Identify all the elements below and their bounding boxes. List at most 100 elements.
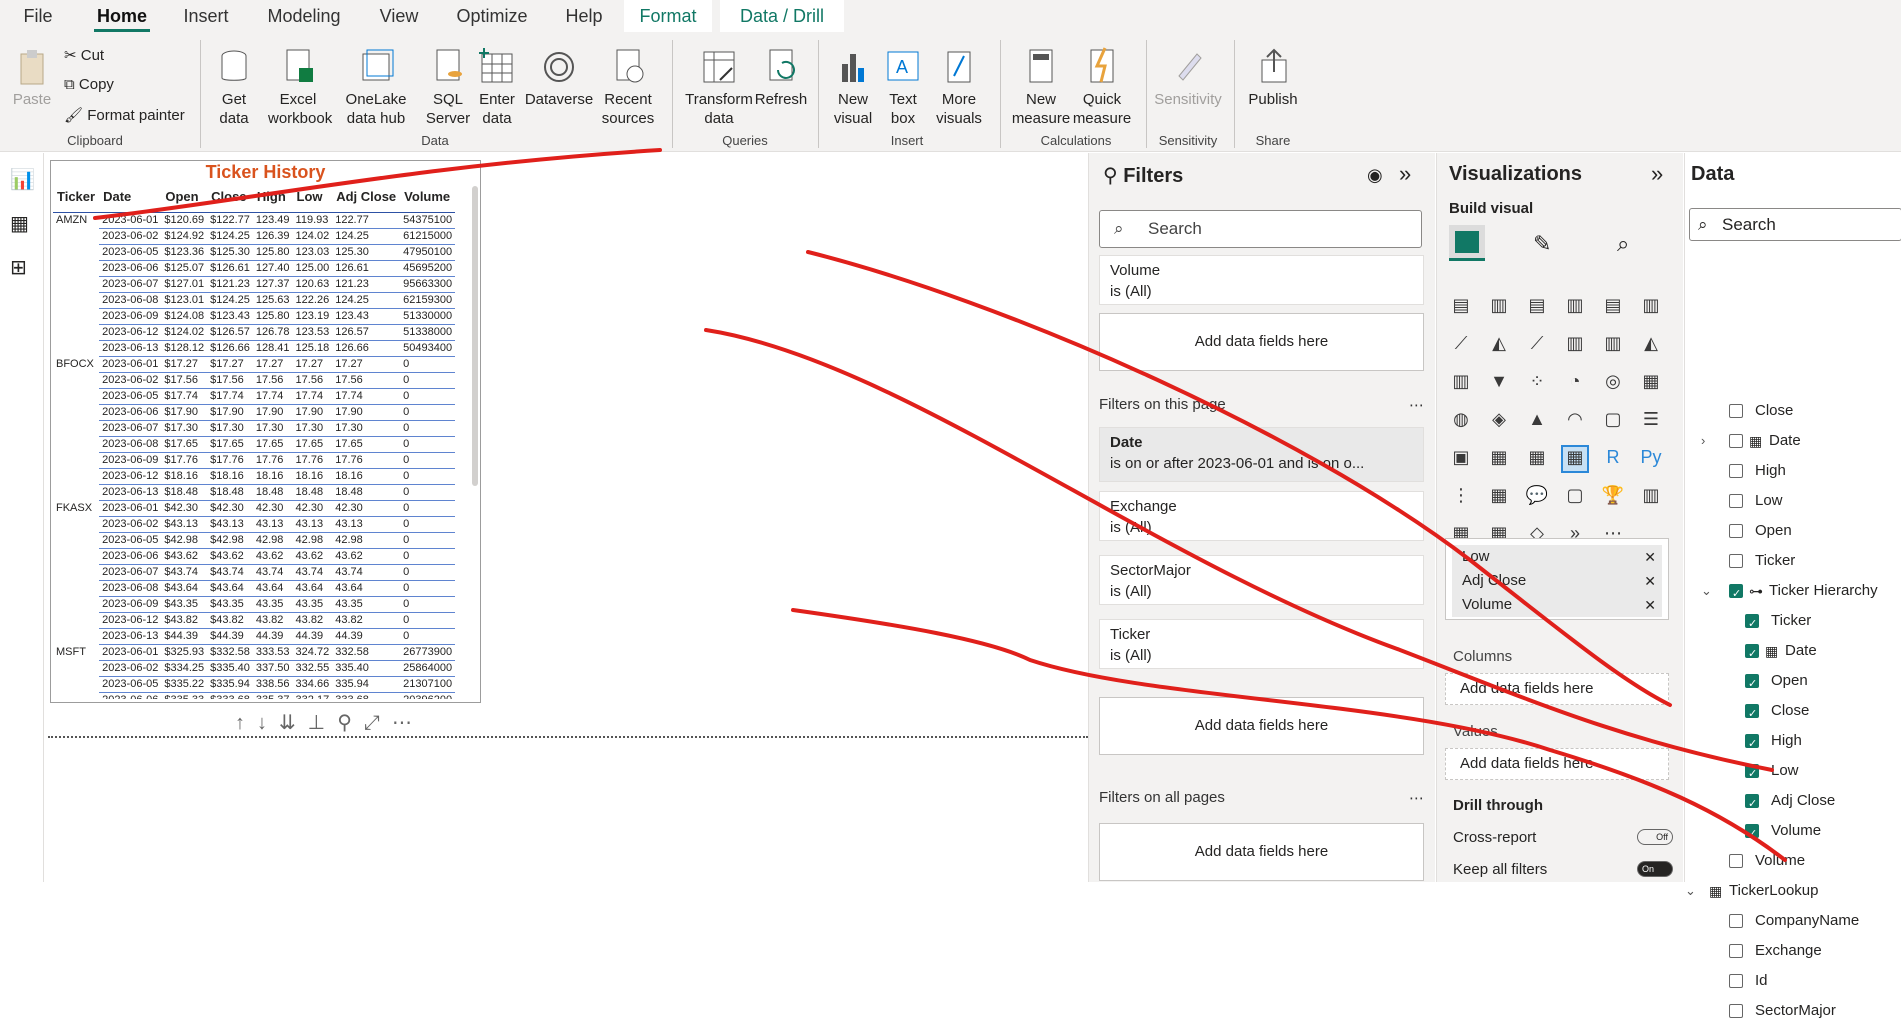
more-icon[interactable]: ⋯: [1409, 789, 1424, 807]
visual-type-icon[interactable]: ▥: [1601, 333, 1625, 357]
visual-type-icon[interactable]: ◭: [1639, 333, 1663, 357]
field-item[interactable]: Adj Close: [1685, 789, 1901, 816]
field-item[interactable]: Ticker: [1685, 609, 1901, 636]
field-item[interactable]: ⌄ ▦ TickerLookup: [1685, 879, 1901, 903]
refresh-button[interactable]: Refresh: [754, 46, 808, 109]
column-header-close[interactable]: Close: [207, 187, 253, 213]
collapse-icon[interactable]: »: [1651, 161, 1663, 187]
visual-type-icon[interactable]: ▥: [1487, 295, 1511, 319]
visual-type-icon[interactable]: 💬: [1525, 485, 1549, 509]
column-header-ticker[interactable]: Ticker: [53, 187, 100, 213]
visual-type-icon[interactable]: ▼: [1487, 371, 1511, 395]
format-painter-button[interactable]: 🖌 Format painter: [64, 106, 185, 124]
field-checkbox[interactable]: [1729, 524, 1743, 538]
field-item[interactable]: Low: [1685, 759, 1901, 786]
sql-server-button[interactable]: SQL Server: [424, 46, 472, 128]
column-header-volume[interactable]: Volume: [400, 187, 456, 213]
visual-type-icon[interactable]: ▦: [1639, 371, 1663, 395]
collapse-icon[interactable]: »: [1399, 161, 1411, 187]
visual-type-icon[interactable]: ▤: [1449, 295, 1473, 319]
column-header-open[interactable]: Open: [161, 187, 208, 213]
field-item[interactable]: Id: [1685, 969, 1901, 993]
visual-type-icon[interactable]: R: [1601, 447, 1625, 471]
field-item[interactable]: Exchange: [1685, 939, 1901, 963]
excel-workbook-button[interactable]: Excel workbook: [268, 46, 332, 128]
recent-sources-button[interactable]: Recent sources: [596, 46, 660, 128]
columns-well[interactable]: Add data fields here: [1445, 673, 1669, 705]
visual-type-icon[interactable]: ▦: [1487, 485, 1511, 509]
menu-insert[interactable]: Insert: [176, 0, 236, 32]
visual-type-icon[interactable]: ▦: [1487, 447, 1511, 471]
remove-icon[interactable]: ✕: [1644, 545, 1656, 569]
menu-home[interactable]: Home: [90, 0, 154, 32]
copy-button[interactable]: ⧉ Copy: [64, 76, 114, 93]
new-visual-button[interactable]: New visual: [826, 46, 880, 128]
field-item[interactable]: CompanyName: [1685, 909, 1901, 933]
add-visual-filter-fields[interactable]: Add data fields here: [1099, 313, 1424, 371]
field-checkbox[interactable]: [1745, 792, 1759, 816]
quick-measure-button[interactable]: Quick measure: [1070, 46, 1134, 128]
chevron-right-icon[interactable]: ›: [1701, 429, 1705, 453]
add-page-filter-fields[interactable]: Add data fields here: [1099, 697, 1424, 755]
drill-up-icon[interactable]: ↑: [235, 712, 257, 734]
field-checkbox[interactable]: [1745, 672, 1759, 696]
matrix-visual[interactable]: Ticker History Ticker Date Open Close High Lo…: [50, 160, 481, 703]
field-checkbox[interactable]: [1729, 914, 1743, 928]
sensitivity-button[interactable]: Sensitivity: [1152, 46, 1224, 109]
field-checkbox[interactable]: [1729, 1004, 1743, 1018]
menu-file[interactable]: File: [12, 0, 64, 32]
filter-card-volume[interactable]: Volume is (All): [1099, 255, 1424, 305]
visual-type-icon[interactable]: ◭: [1487, 333, 1511, 357]
more-visuals-button[interactable]: More visuals: [930, 46, 988, 128]
more-options-icon[interactable]: ⋯: [392, 712, 424, 734]
format-visual-tab-icon[interactable]: ✎: [1533, 231, 1551, 257]
column-header-adj-close[interactable]: Adj Close: [332, 187, 401, 213]
more-icon[interactable]: ⋯: [1409, 396, 1424, 414]
visual-type-icon[interactable]: ☰: [1639, 409, 1663, 433]
menu-optimize[interactable]: Optimize: [448, 0, 536, 32]
visual-type-icon[interactable]: ▥: [1639, 295, 1663, 319]
filter-card-ticker[interactable]: Ticker is (All): [1099, 619, 1424, 669]
analytics-tab-icon[interactable]: ⌕: [1617, 231, 1629, 257]
field-checkbox[interactable]: [1729, 434, 1743, 448]
expand-level-icon[interactable]: ⊥: [308, 712, 337, 734]
column-header-date[interactable]: Date: [99, 187, 162, 213]
dataverse-button[interactable]: Dataverse: [524, 46, 594, 109]
field-item[interactable]: SectorMajor: [1685, 999, 1901, 1023]
visual-type-icon[interactable]: 🏆: [1601, 485, 1625, 509]
menu-view[interactable]: View: [372, 0, 426, 32]
visual-type-icon[interactable]: ◔: [1563, 371, 1587, 395]
field-checkbox[interactable]: [1729, 554, 1743, 568]
visual-type-icon[interactable]: ▥: [1563, 333, 1587, 357]
field-checkbox[interactable]: [1745, 642, 1759, 666]
visual-type-icon[interactable]: Py: [1639, 447, 1663, 471]
visual-type-icon[interactable]: ▢: [1601, 409, 1625, 433]
field-item[interactable]: ▦ Date: [1685, 639, 1901, 666]
visual-type-icon[interactable]: ⁘: [1525, 371, 1549, 395]
keep-filters-toggle[interactable]: On: [1637, 861, 1673, 877]
field-item[interactable]: Open: [1685, 519, 1901, 543]
expand-all-icon[interactable]: ⇊: [279, 712, 308, 734]
column-header-low[interactable]: Low: [292, 187, 333, 213]
field-checkbox[interactable]: [1729, 974, 1743, 988]
menu-modeling[interactable]: Modeling: [258, 0, 350, 32]
row-field-low[interactable]: Low ✕: [1452, 545, 1662, 569]
visual-type-icon[interactable]: ▣: [1449, 447, 1473, 471]
focus-mode-icon[interactable]: ⤢: [364, 712, 392, 734]
column-header-high[interactable]: High: [252, 187, 293, 213]
visual-type-icon[interactable]: ▥: [1449, 371, 1473, 395]
field-item[interactable]: › ▦ Date: [1685, 429, 1901, 453]
menu-data-drill[interactable]: Data / Drill: [720, 0, 844, 32]
visual-type-icon[interactable]: ▦: [1561, 445, 1589, 473]
enter-data-button[interactable]: Enter data: [474, 46, 520, 128]
visual-type-icon[interactable]: ◎: [1601, 371, 1625, 395]
eye-icon[interactable]: ◉: [1367, 165, 1383, 186]
visual-type-icon[interactable]: ◈: [1487, 409, 1511, 433]
remove-icon[interactable]: ✕: [1644, 569, 1656, 593]
field-checkbox[interactable]: [1729, 582, 1743, 606]
field-item[interactable]: Ticker: [1685, 549, 1901, 573]
field-item[interactable]: Volume: [1685, 819, 1901, 846]
field-item[interactable]: Close: [1685, 399, 1901, 423]
filter-icon[interactable]: ⚲: [337, 712, 364, 734]
visual-type-icon[interactable]: ◍: [1449, 409, 1473, 433]
